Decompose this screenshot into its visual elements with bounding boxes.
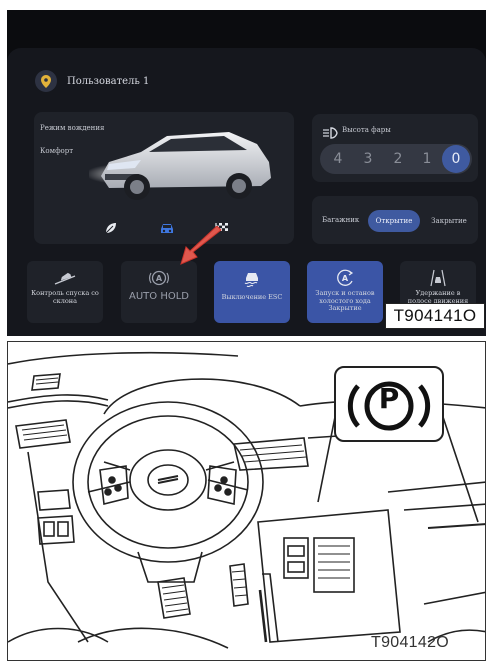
parking-brake-symbol: P xyxy=(378,382,400,415)
car-image xyxy=(89,132,271,200)
trunk-open-button[interactable]: Открытие xyxy=(368,210,420,232)
trunk-card: Багажник Открытие Закрытие xyxy=(312,196,478,244)
driving-mode-card: Режим вождения Комфорт xyxy=(34,112,294,244)
user-name: Пользователь 1 xyxy=(67,75,150,87)
hill-descent-icon xyxy=(54,269,76,287)
tile-auto-start-stop[interactable]: A Запуск и останов холостого хода Закрыт… xyxy=(307,261,383,323)
interior-illustration: P T904142O xyxy=(7,341,486,661)
headlight-step-0[interactable]: 0 xyxy=(442,145,470,173)
auto-hold-icon: A xyxy=(148,269,170,287)
tile-auto-hold[interactable]: A AUTO HOLD xyxy=(121,261,197,323)
headlight-level-icon xyxy=(322,124,338,143)
figure-code-2: T904142O xyxy=(371,634,450,651)
user-profile[interactable]: Пользователь 1 xyxy=(35,70,149,92)
figure-code: T904141O xyxy=(385,303,485,329)
headlight-step-4[interactable]: 4 xyxy=(324,144,352,174)
trunk-label: Багажник xyxy=(322,216,360,224)
tile-label: Запуск и останов холостого хода Закрытие xyxy=(315,289,375,312)
car-comfort-icon[interactable] xyxy=(159,220,175,239)
headlight-title: Высота фары xyxy=(342,126,391,134)
headlight-step-1[interactable]: 1 xyxy=(413,144,441,174)
headlight-step-2[interactable]: 2 xyxy=(384,144,412,174)
infotainment-screen: Пользователь 1 Режим вождения Комфорт Вы… xyxy=(7,10,486,336)
tile-label: Выключение ESC xyxy=(221,293,283,301)
driving-mode-value: Комфорт xyxy=(40,147,74,155)
location-pin-icon xyxy=(35,70,57,92)
parking-brake-callout: P xyxy=(334,366,444,442)
tile-label: Контроль спуска со склона xyxy=(31,289,99,305)
svg-text:A: A xyxy=(156,274,163,283)
red-arrow-icon xyxy=(180,226,222,265)
leaf-eco-icon[interactable] xyxy=(104,220,118,239)
headlight-height-card: Высота фары 4 3 2 1 0 xyxy=(312,114,478,182)
esc-off-icon xyxy=(241,269,263,287)
svg-text:A: A xyxy=(342,274,349,283)
trunk-close-button[interactable]: Закрытие xyxy=(424,210,474,232)
tile-hill-descent[interactable]: Контроль спуска со склона xyxy=(27,261,103,323)
lane-keep-icon xyxy=(427,269,449,287)
auto-start-stop-icon: A xyxy=(334,269,356,287)
headlight-level-selector: 4 3 2 1 0 xyxy=(320,144,472,174)
headlight-step-3[interactable]: 3 xyxy=(354,144,382,174)
tile-label: AUTO HOLD xyxy=(129,291,189,302)
tile-esc-off[interactable]: Выключение ESC xyxy=(214,261,290,323)
